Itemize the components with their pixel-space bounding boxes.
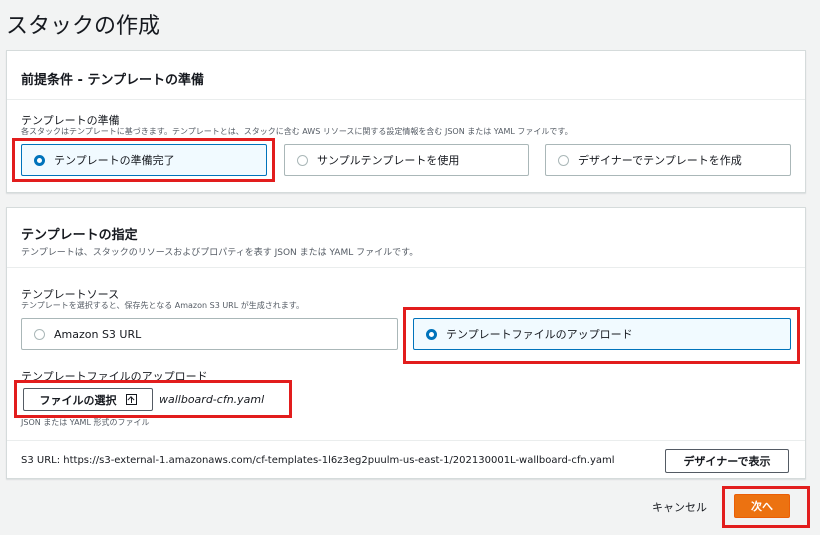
option-label: Amazon S3 URL xyxy=(54,327,142,341)
option-sample-template[interactable]: サンプルテンプレートを使用 xyxy=(284,144,529,176)
radio-selected-icon[interactable] xyxy=(34,154,45,166)
choose-file-button[interactable]: ファイルの選択 xyxy=(23,388,153,411)
specify-panel-header: テンプレートの指定 テンプレートは、スタックのリソースおよびプロパティを表す J… xyxy=(7,208,805,268)
option-label: デザイナーでテンプレートを作成 xyxy=(578,154,742,167)
option-designer-template[interactable]: デザイナーでテンプレートを作成 xyxy=(545,144,791,176)
prepare-template-description: 各スタックはテンプレートに基づきます。テンプレートとは、スタックに含む AWS … xyxy=(21,127,573,136)
s3-url-row: S3 URL: https://s3-external-1.amazonaws.… xyxy=(7,440,805,480)
specify-panel-description: テンプレートは、スタックのリソースおよびプロパティを表す JSON または YA… xyxy=(21,248,419,258)
radio-unselected-icon[interactable] xyxy=(558,154,569,166)
option-label: サンプルテンプレートを使用 xyxy=(317,154,460,167)
page-title: スタックの作成 xyxy=(6,14,161,39)
option-upload-template[interactable]: テンプレートファイルのアップロード xyxy=(413,318,791,350)
radio-unselected-icon[interactable] xyxy=(297,154,308,166)
view-in-designer-button[interactable]: デザイナーで表示 xyxy=(665,449,789,473)
cancel-button[interactable]: キャンセル xyxy=(652,499,707,515)
next-button[interactable]: 次へ xyxy=(734,494,790,518)
option-label: テンプレートの準備完了 xyxy=(54,154,175,167)
option-label: テンプレートファイルのアップロード xyxy=(446,328,633,341)
s3-url-text: S3 URL: https://s3-external-1.amazonaws.… xyxy=(21,455,615,466)
specify-template-panel: テンプレートの指定 テンプレートは、スタックのリソースおよびプロパティを表す J… xyxy=(6,207,806,479)
upload-label: テンプレートファイルのアップロード xyxy=(21,370,208,383)
file-format-hint: JSON または YAML 形式のファイル xyxy=(21,418,150,427)
radio-selected-icon[interactable] xyxy=(426,328,437,340)
selected-file-name: wallboard-cfn.yaml xyxy=(159,393,265,406)
option-template-ready[interactable]: テンプレートの準備完了 xyxy=(21,144,267,176)
prerequisite-panel-header: 前提条件 - テンプレートの準備 xyxy=(7,51,805,100)
option-s3-url[interactable]: Amazon S3 URL xyxy=(21,318,398,350)
radio-unselected-icon[interactable] xyxy=(34,328,45,340)
upload-icon xyxy=(125,394,137,405)
specify-panel-title: テンプレートの指定 xyxy=(21,228,138,243)
prerequisite-panel: 前提条件 - テンプレートの準備 テンプレートの準備 各スタックはテンプレートに… xyxy=(6,50,806,193)
choose-file-label: ファイルの選択 xyxy=(39,393,117,407)
prerequisite-panel-title: 前提条件 - テンプレートの準備 xyxy=(21,73,205,88)
template-source-description: テンプレートを選択すると、保存先となる Amazon S3 URL が生成されま… xyxy=(21,301,304,310)
